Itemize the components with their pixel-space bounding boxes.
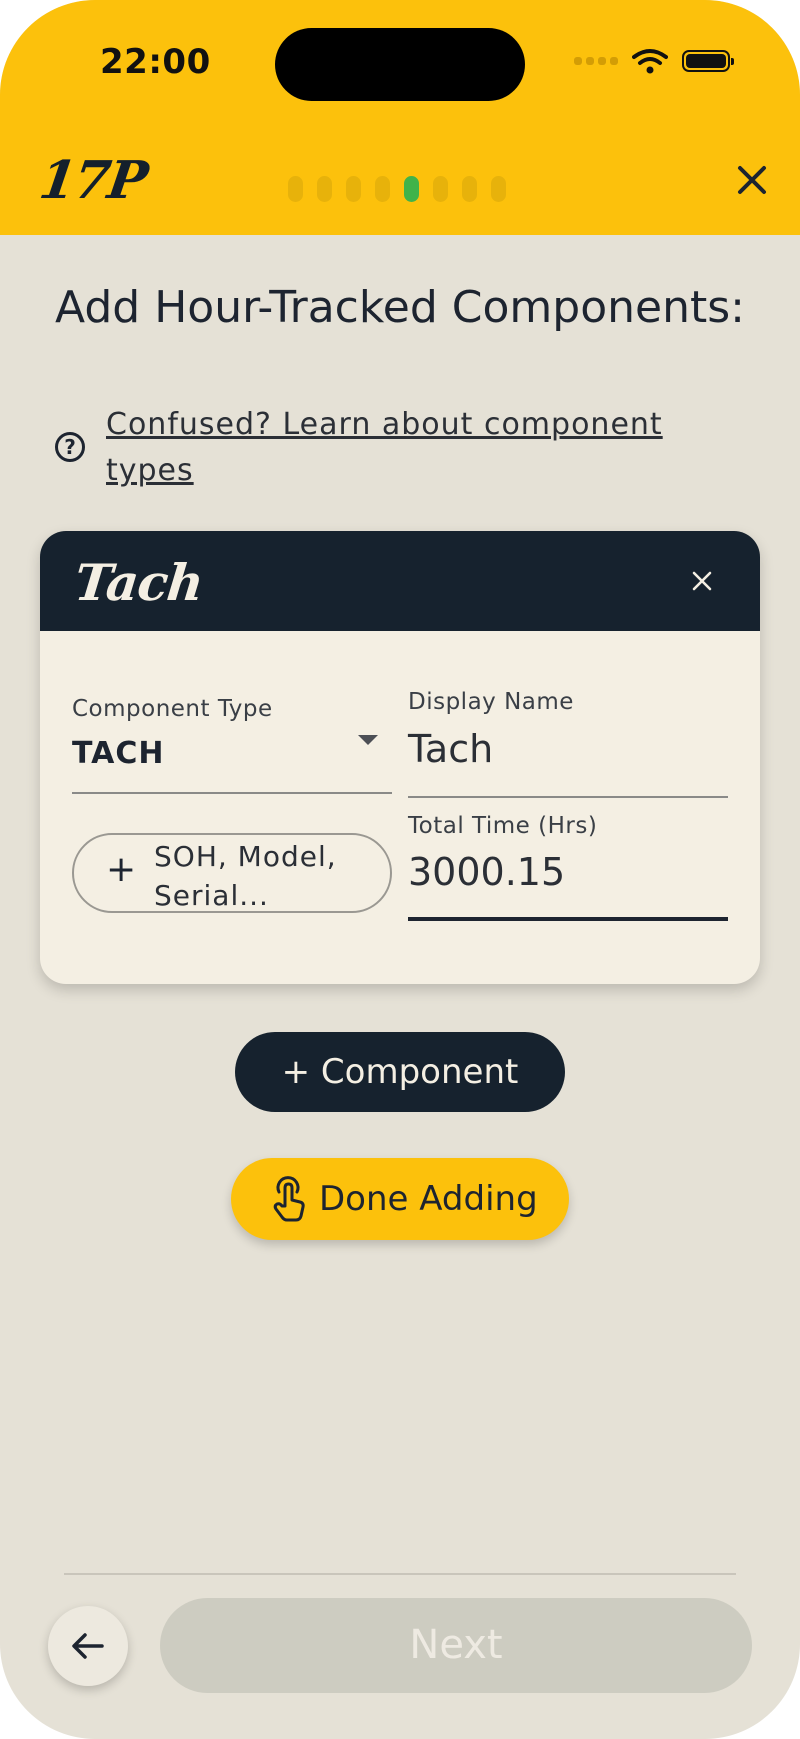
tap-hand-icon	[273, 1176, 305, 1222]
add-details-label: SOH, Model, Serial...	[154, 840, 337, 912]
arrow-left-icon	[72, 1633, 104, 1659]
dynamic-island	[275, 28, 525, 101]
next-button[interactable]: Next	[160, 1598, 752, 1693]
display-name-label: Display Name	[408, 689, 574, 715]
progress-step	[491, 176, 506, 202]
close-icon[interactable]	[732, 160, 772, 200]
component-card: Tach Component Type TACH Display Name Ta…	[40, 531, 760, 984]
card-header: Tach	[40, 531, 760, 631]
progress-step-active	[404, 176, 419, 202]
page-title: Add Hour-Tracked Components:	[55, 282, 745, 333]
add-details-button[interactable]: + SOH, Model, Serial...	[72, 833, 392, 913]
progress-step	[346, 176, 361, 202]
status-icons	[574, 48, 734, 74]
step-progress	[288, 176, 506, 202]
status-time: 22:00	[100, 42, 211, 82]
display-name-underline	[408, 796, 728, 798]
plus-icon: +	[106, 849, 137, 890]
done-adding-label: Done Adding	[319, 1179, 538, 1219]
card-title: Tach	[71, 553, 206, 612]
progress-step	[317, 176, 332, 202]
progress-step	[462, 176, 477, 202]
done-adding-button[interactable]: Done Adding	[231, 1158, 569, 1240]
component-type-value: TACH	[72, 736, 165, 771]
add-component-button[interactable]: + Component	[235, 1032, 565, 1112]
battery-icon	[682, 50, 734, 72]
component-type-underline	[72, 792, 392, 794]
total-time-underline	[408, 917, 728, 921]
progress-step	[433, 176, 448, 202]
question-icon: ?	[55, 432, 85, 462]
total-time-value: 3000.15	[408, 850, 566, 894]
app-logo: 17P	[35, 150, 150, 211]
top-bar: 22:00 17P	[0, 0, 800, 235]
remove-component-close-icon[interactable]	[692, 571, 712, 591]
app-screen: 22:00 17P Add Hour-Tracked Components: ?…	[0, 0, 800, 1739]
total-time-label: Total Time (Hrs)	[408, 813, 598, 839]
display-name-value: Tach	[408, 727, 494, 771]
footer-divider	[64, 1573, 736, 1575]
progress-step	[288, 176, 303, 202]
component-type-label: Component Type	[72, 696, 273, 722]
signal-icon	[574, 57, 618, 65]
progress-step	[375, 176, 390, 202]
wifi-icon	[632, 49, 668, 74]
back-button[interactable]	[48, 1606, 128, 1686]
chevron-down-icon	[358, 735, 378, 745]
component-types-help-link[interactable]: Confused? Learn about component types	[106, 402, 726, 494]
